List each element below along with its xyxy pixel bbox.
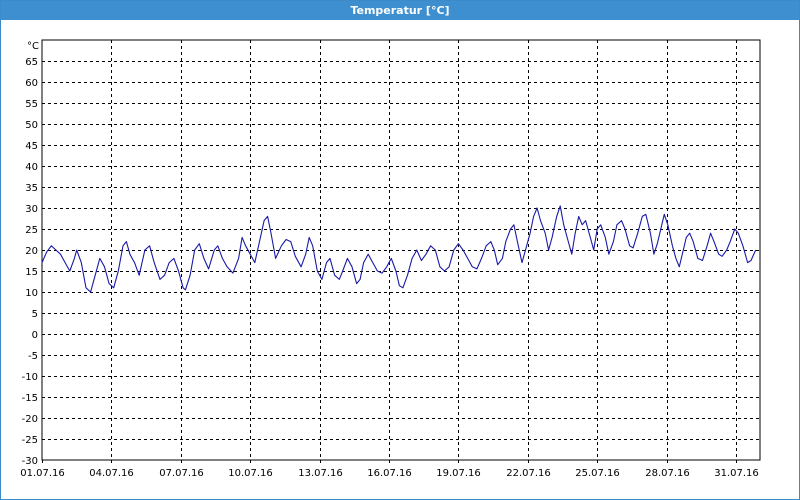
y-tick-label: 60 (25, 78, 38, 89)
y-tick-label: 40 (25, 162, 38, 173)
series-layer (41, 205, 757, 293)
y-tick-label: 10 (25, 288, 38, 299)
x-tick-label: 16.07.16 (367, 468, 412, 479)
temperature-series-line (41, 205, 757, 293)
x-tick-label: 04.07.16 (89, 468, 134, 479)
x-tick-label: 01.07.16 (20, 468, 65, 479)
y-tick-label: -30 (22, 456, 38, 467)
x-tick-label: 19.07.16 (436, 468, 481, 479)
y-tick-label: 30 (25, 204, 38, 215)
grid (42, 40, 760, 460)
temperature-chart: 65605550454035302520151050-5-10-15-20-25… (20, 39, 761, 479)
y-tick-label: 35 (25, 183, 38, 194)
y-tick-label: 15 (25, 267, 38, 278)
x-tick-label: 10.07.16 (228, 468, 273, 479)
y-tick-label: 50 (25, 120, 38, 131)
plot-area-frame (41, 39, 761, 461)
y-tick-label: -25 (22, 435, 38, 446)
x-axis: 01.07.16 04.07.16 07.07.16 10.07.16 13.07.16… (20, 460, 759, 479)
y-tick-label: 45 (25, 141, 38, 152)
y-tick-label: -20 (22, 414, 38, 425)
x-tick-label: 22.07.16 (506, 468, 551, 479)
y-tick-label: 0 (32, 330, 38, 341)
x-tick-label: 28.07.16 (645, 468, 690, 479)
x-tick-label: 25.07.16 (575, 468, 620, 479)
y-tick-label: 65 (25, 57, 38, 68)
y-tick-label: 5 (32, 309, 38, 320)
y-tick-label: -15 (22, 393, 38, 404)
y-tick-label: 20 (25, 246, 38, 257)
x-tick-label: 07.07.16 (159, 468, 204, 479)
y-tick-label: -5 (28, 351, 38, 362)
y-tick-label: -10 (22, 372, 38, 383)
x-tick-label: 31.07.16 (714, 468, 759, 479)
y-tick-label: 55 (25, 99, 38, 110)
y-axis: 65605550454035302520151050-5-10-15-20-25… (22, 57, 38, 467)
y-tick-label: 25 (25, 225, 38, 236)
y-axis-unit-label: °C (27, 41, 39, 52)
x-tick-label: 13.07.16 (298, 468, 343, 479)
